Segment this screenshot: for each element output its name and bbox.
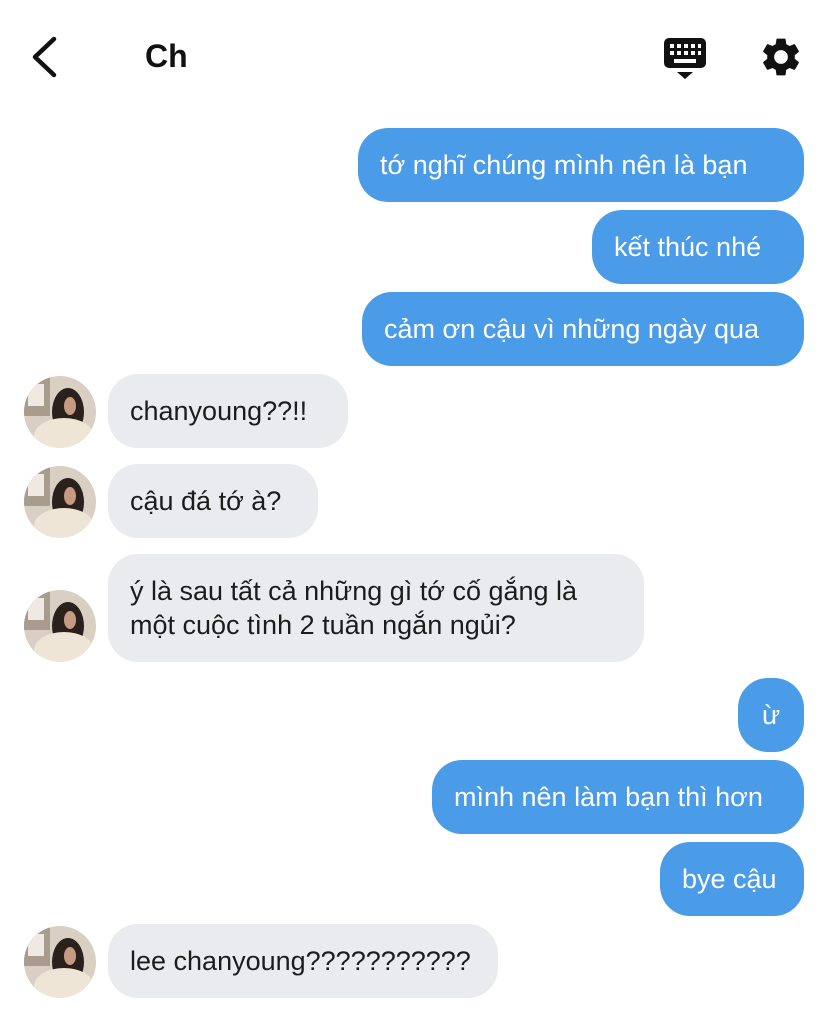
back-button[interactable] — [26, 34, 66, 80]
message-text: cảm ơn cậu vì những ngày qua — [384, 314, 760, 344]
outgoing-message[interactable]: kết thúc nhé — [592, 210, 804, 284]
incoming-message[interactable]: chanyoung??!! — [108, 374, 348, 448]
message-text: kết thúc nhé — [614, 232, 762, 262]
outgoing-message[interactable]: ừ — [738, 678, 804, 752]
avatar-photo — [24, 466, 96, 538]
avatar-photo — [24, 590, 96, 662]
message-text: ý là sau tất cả những gì tớ cố gắng là m… — [130, 576, 578, 640]
outgoing-message[interactable]: tớ nghĩ chúng mình nên là bạn — [358, 128, 804, 202]
message-text: ừ — [761, 700, 781, 730]
keyboard-icon — [664, 38, 706, 79]
message-text: bye cậu — [682, 864, 777, 894]
incoming-message[interactable]: cậu đá tớ à? — [108, 464, 318, 538]
avatar[interactable] — [24, 926, 96, 998]
outgoing-message[interactable]: cảm ơn cậu vì những ngày qua — [362, 292, 804, 366]
chevron-left-icon — [32, 36, 57, 78]
message-text: chanyoung??!! — [130, 396, 308, 426]
message-text: mình nên làm bạn thì hơn — [454, 782, 763, 812]
avatar[interactable] — [24, 376, 96, 448]
outgoing-message[interactable]: mình nên làm bạn thì hơn — [432, 760, 804, 834]
chat-title: Ch — [145, 38, 188, 74]
avatar[interactable] — [24, 590, 96, 662]
avatar[interactable] — [24, 466, 96, 538]
incoming-message[interactable]: ý là sau tất cả những gì tớ cố gắng là m… — [108, 554, 644, 662]
incoming-message[interactable]: lee chanyoung??????????? — [108, 924, 498, 998]
message-text: cậu đá tớ à? — [130, 486, 282, 516]
gear-icon — [763, 38, 799, 76]
message-text: tớ nghĩ chúng mình nên là bạn — [380, 150, 748, 180]
avatar-photo — [24, 376, 96, 448]
chat-header: Ch — [0, 0, 828, 110]
keyboard-button[interactable] — [662, 36, 708, 82]
message-text: lee chanyoung??????????? — [130, 946, 471, 976]
settings-button[interactable] — [758, 34, 804, 80]
avatar-photo — [24, 926, 96, 998]
outgoing-message[interactable]: bye cậu — [660, 842, 804, 916]
